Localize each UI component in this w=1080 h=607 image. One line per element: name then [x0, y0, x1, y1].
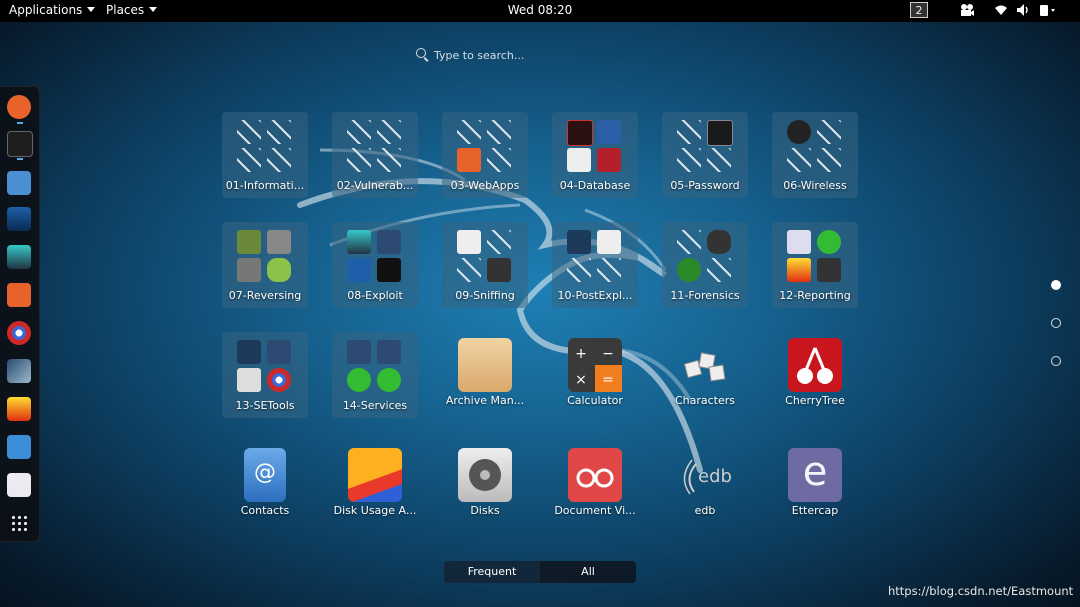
folder-social-engineering[interactable]: 13-SETools [222, 332, 308, 418]
page-indicator-3[interactable] [1051, 356, 1061, 366]
dragon-background-art [297, 148, 703, 473]
settings-icon[interactable] [7, 473, 31, 497]
faraday-icon[interactable] [7, 397, 31, 421]
folder-label: 07-Reversing [228, 289, 302, 302]
app-edb[interactable]: edb edb [662, 442, 748, 528]
app-contacts[interactable]: @ Contacts [222, 442, 308, 528]
folder-label: 09-Sniffing [455, 289, 515, 302]
calculator-icon: + − × = [568, 338, 622, 392]
folder-label: 14-Services [342, 399, 408, 412]
disk-usage-icon [348, 448, 402, 502]
files-icon[interactable] [7, 171, 31, 195]
app-label: Document Vi... [554, 504, 636, 517]
app-characters[interactable]: Characters [662, 332, 748, 418]
folder-webapps[interactable]: 03-WebApps [442, 112, 528, 198]
folder-exploit[interactable]: 08-Exploit [332, 222, 418, 308]
contacts-icon: @ [244, 448, 286, 502]
folder-sniffing[interactable]: 09-Sniffing [442, 222, 528, 308]
search-field[interactable] [408, 42, 678, 66]
edb-icon: edb [678, 448, 732, 502]
svg-text:−: − [602, 346, 614, 362]
folder-label: 11-Forensics [670, 289, 740, 302]
app-archive-manager[interactable]: Archive Man... [442, 332, 528, 418]
cutycapt-icon[interactable] [7, 435, 31, 459]
app-calculator[interactable]: + − × = Calculator [552, 332, 638, 418]
app-label: Archive Man... [445, 394, 525, 407]
archive-icon [458, 338, 512, 392]
running-indicator [17, 122, 23, 124]
app-label: Disk Usage A... [333, 504, 417, 517]
folder-post-exploitation[interactable]: 10-PostExpl... [552, 222, 638, 308]
folder-information-gathering[interactable]: 01-Informati... [222, 112, 308, 198]
view-switch: Frequent All [444, 561, 636, 583]
search-input[interactable] [432, 44, 676, 66]
folder-database[interactable]: 04-Database [552, 112, 638, 198]
watermark: https://blog.csdn.net/Eastmount [888, 584, 1074, 598]
app-document-viewer[interactable]: Document Vi... [552, 442, 638, 528]
folder-reversing[interactable]: 07-Reversing [222, 222, 308, 308]
terminal-icon[interactable] [7, 131, 33, 157]
characters-icon [678, 338, 732, 392]
svg-text:+: + [575, 346, 587, 362]
folder-label: 12-Reporting [779, 289, 851, 302]
folder-label: 06-Wireless [783, 179, 847, 192]
frequent-tab[interactable]: Frequent [444, 561, 540, 583]
folder-label: 08-Exploit [347, 289, 403, 302]
app-cherrytree[interactable]: CherryTree [772, 332, 858, 418]
all-tab[interactable]: All [540, 561, 636, 583]
folder-password[interactable]: 05-Password [662, 112, 748, 198]
search-icon [416, 48, 426, 58]
beef-icon[interactable] [7, 321, 31, 345]
running-indicator [17, 158, 23, 160]
app-label: Characters [674, 394, 736, 407]
metasploit-icon[interactable] [7, 359, 31, 383]
folder-wireless[interactable]: 06-Wireless [772, 112, 858, 198]
app-label: Calculator [567, 394, 623, 407]
cherrytree-icon [788, 338, 842, 392]
folder-vulnerability-analysis[interactable]: 02-Vulnerab... [332, 112, 418, 198]
svg-text:×: × [575, 372, 587, 388]
page-indicator-1[interactable] [1051, 280, 1061, 290]
dock [0, 86, 40, 542]
app-label: CherryTree [785, 394, 845, 407]
folder-label: 02-Vulnerab... [336, 179, 414, 192]
document-viewer-icon [568, 448, 622, 502]
app-disks[interactable]: Disks [442, 442, 528, 528]
page-indicator-2[interactable] [1051, 318, 1061, 328]
folder-label: 10-PostExpl... [557, 289, 633, 302]
folder-label: 05-Password [670, 179, 740, 192]
app-label: edb [694, 504, 716, 517]
app-ettercap[interactable]: e Ettercap [772, 442, 858, 528]
edb-logo-text: edb [698, 466, 732, 487]
app-label: Contacts [240, 504, 290, 517]
folder-label: 03-WebApps [450, 179, 520, 192]
folder-label: 13-SETools [235, 399, 295, 412]
disks-icon [458, 448, 512, 502]
folder-reporting[interactable]: 12-Reporting [772, 222, 858, 308]
armitage-icon[interactable] [7, 245, 31, 269]
folder-label: 01-Informati... [225, 179, 305, 192]
folder-services[interactable]: 14-Services [332, 332, 418, 418]
app-disk-usage-analyzer[interactable]: Disk Usage A... [332, 442, 418, 528]
svg-text:=: = [602, 372, 614, 388]
ettercap-icon: e [788, 448, 842, 502]
folder-label: 04-Database [559, 179, 631, 192]
maltego-icon[interactable] [7, 207, 31, 231]
folder-forensics[interactable]: 11-Forensics [662, 222, 748, 308]
app-label: Ettercap [791, 504, 839, 517]
firefox-icon[interactable] [7, 95, 31, 119]
app-label: Disks [470, 504, 500, 517]
show-apps-grid-icon[interactable] [12, 516, 28, 532]
burpsuite-icon[interactable] [7, 283, 31, 307]
